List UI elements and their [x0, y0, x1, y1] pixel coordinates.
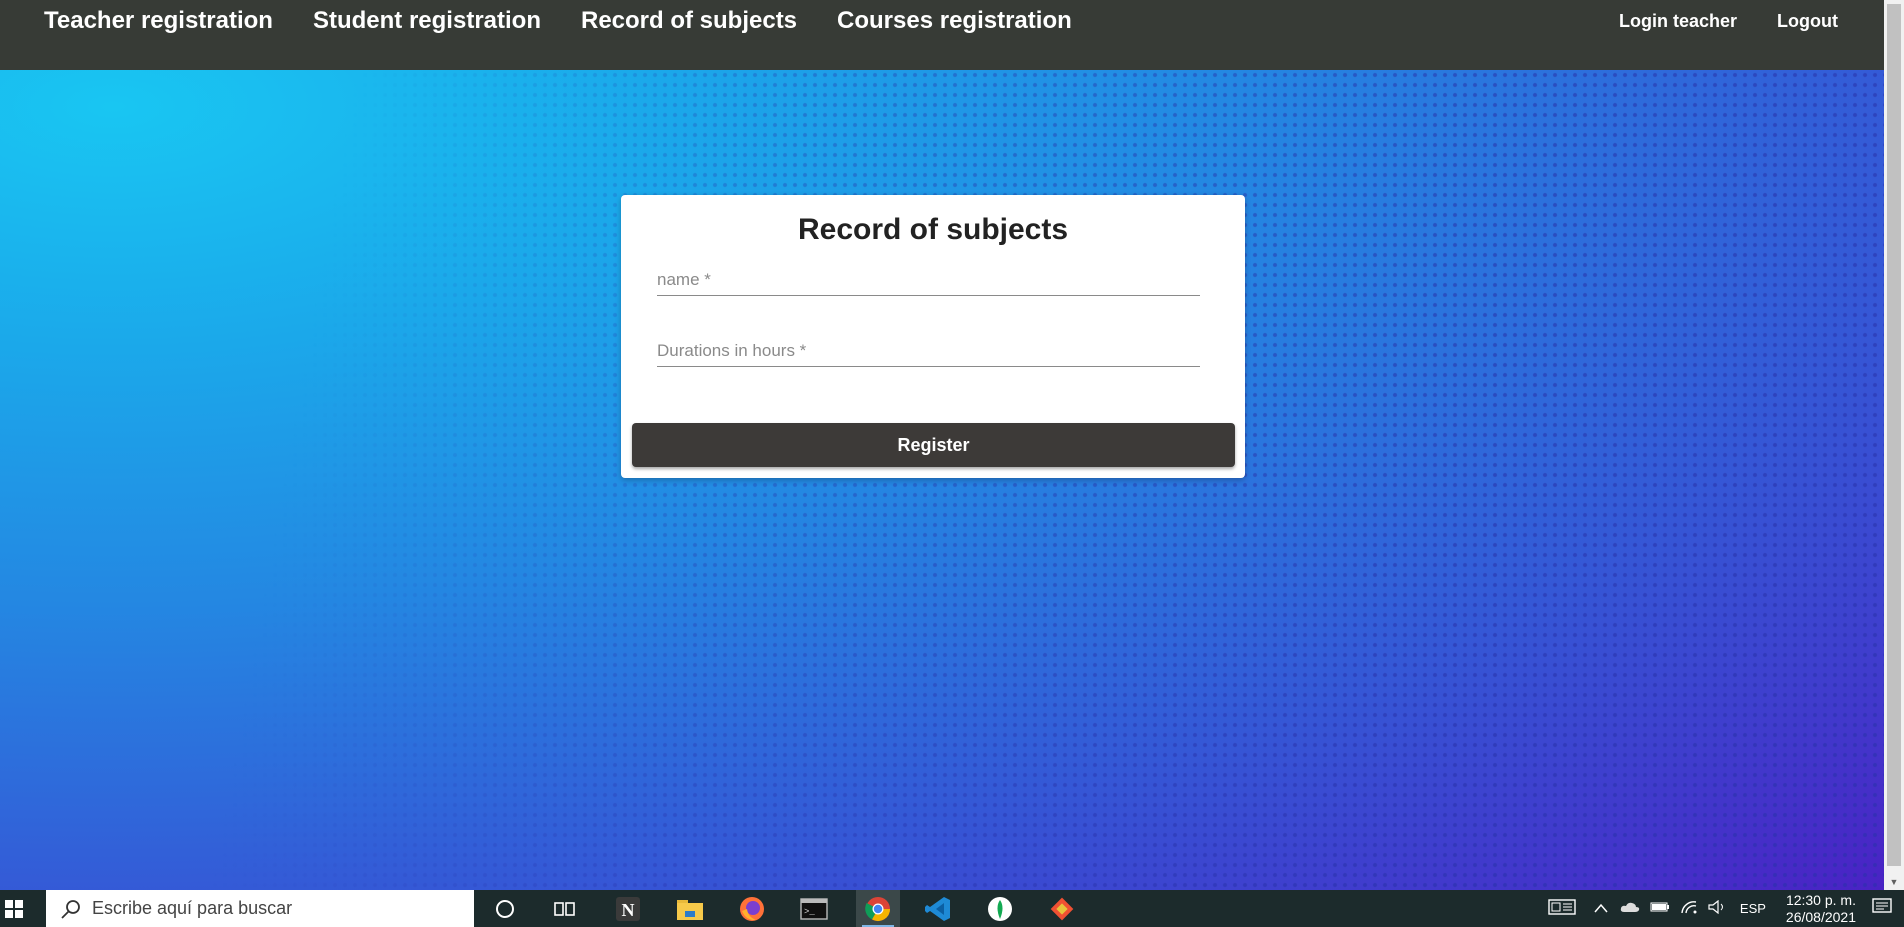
vscode-icon[interactable]	[918, 890, 958, 927]
page-scrollbar[interactable]: ▲ ▼	[1884, 0, 1904, 890]
wifi-icon[interactable]	[1680, 900, 1698, 917]
search-placeholder: Escribe aquí para buscar	[92, 898, 293, 918]
nav-courses-registration[interactable]: Courses registration	[837, 7, 1072, 35]
search-icon	[61, 900, 80, 919]
top-navbar: Teacher registration Student registratio…	[0, 0, 1884, 70]
scroll-thumb[interactable]	[1887, 4, 1901, 866]
git-icon[interactable]	[1042, 890, 1082, 927]
chevron-up-icon[interactable]	[1594, 901, 1608, 916]
cortana-icon[interactable]	[485, 890, 525, 927]
mongodb-icon[interactable]	[980, 890, 1020, 927]
register-button[interactable]: Register	[632, 423, 1235, 467]
system-tray: ESP 12:30 p. m. 26/08/2021	[1548, 890, 1904, 927]
language-indicator[interactable]: ESP	[1740, 901, 1766, 916]
task-view-icon[interactable]	[545, 890, 585, 927]
terminal-icon[interactable]: >_	[794, 890, 834, 927]
form-title: Record of subjects	[797, 213, 1069, 246]
volume-icon[interactable]	[1708, 899, 1726, 917]
clock-time: 12:30 p. m.	[1785, 891, 1856, 908]
file-explorer-icon[interactable]	[670, 890, 710, 927]
start-button[interactable]	[0, 890, 28, 927]
name-field[interactable]	[657, 265, 1200, 296]
primary-nav: Teacher registration Student registratio…	[44, 0, 1112, 42]
subject-form-card: Record of subjects Register	[621, 195, 1245, 478]
clock[interactable]: 12:30 p. m. 26/08/2021	[1786, 892, 1856, 926]
onedrive-icon[interactable]	[1620, 901, 1640, 916]
notion-icon[interactable]: N	[608, 890, 648, 927]
clock-date: 26/08/2021	[1785, 908, 1856, 925]
name-input[interactable]	[657, 265, 1200, 295]
battery-icon[interactable]	[1650, 901, 1670, 916]
taskbar-search[interactable]: Escribe aquí para buscar	[46, 890, 474, 927]
chrome-icon[interactable]	[856, 890, 900, 927]
nav-student-registration[interactable]: Student registration	[313, 7, 541, 35]
svg-text:N: N	[622, 900, 635, 920]
nav-record-of-subjects[interactable]: Record of subjects	[581, 7, 797, 35]
nav-login-teacher[interactable]: Login teacher	[1619, 11, 1737, 32]
hours-input[interactable]	[657, 336, 1200, 366]
notifications-icon[interactable]	[1872, 898, 1892, 919]
account-nav: Login teacher Logout	[1579, 0, 1838, 42]
nav-logout[interactable]: Logout	[1777, 11, 1838, 32]
firefox-icon[interactable]	[732, 890, 772, 927]
windows-logo-icon	[5, 899, 23, 918]
windows-taskbar: Escribe aquí para buscar N >_ ESP 12:30 …	[0, 890, 1904, 927]
nav-teacher-registration[interactable]: Teacher registration	[44, 7, 273, 35]
hours-field[interactable]	[657, 336, 1200, 367]
scroll-down-arrow[interactable]: ▼	[1884, 874, 1904, 890]
svg-text:>_: >_	[804, 907, 815, 917]
news-icon[interactable]	[1548, 898, 1576, 919]
